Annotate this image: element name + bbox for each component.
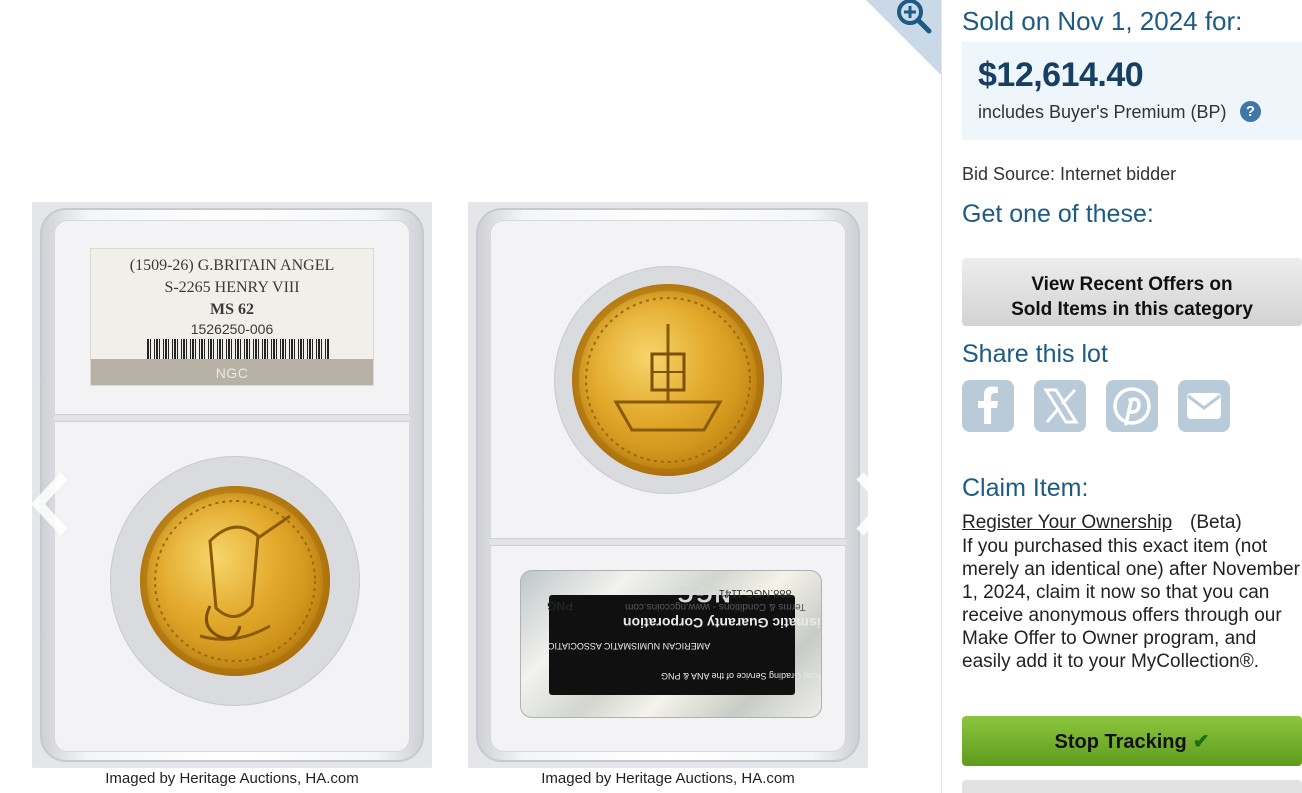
sold-heading: Sold on Nov 1, 2024 for: [962, 6, 1243, 36]
help-icon[interactable]: ? [1240, 101, 1261, 122]
sticker-phone: 888.NGC.1141 [719, 587, 792, 599]
claim-description: If you purchased this exact item (not me… [962, 536, 1300, 672]
recent-offers-line2: Sold Items in this category [1011, 298, 1253, 320]
sold-price: $12,614.40 [978, 56, 1144, 94]
previous-image-button[interactable] [28, 472, 72, 536]
buyers-premium-note: includes Buyer's Premium (BP) [978, 102, 1227, 122]
stop-tracking-label: Stop Tracking [1054, 730, 1187, 753]
slab-divider [490, 538, 846, 546]
label-grade: MS 62 [210, 301, 254, 318]
x-icon [1043, 388, 1079, 424]
bid-source: Bid Source: Internet bidder [962, 164, 1177, 184]
label-brand: NGC [215, 365, 249, 381]
slab-label: (1509-26) G.BRITAIN ANGEL S-2265 HENRY V… [90, 248, 374, 386]
stop-tracking-button[interactable]: Stop Tracking ✔ [962, 716, 1302, 766]
sticker-png: PNG [547, 599, 574, 613]
panel-divider [941, 0, 942, 793]
secondary-action-button[interactable] [962, 780, 1302, 793]
coin-reverse [572, 284, 764, 476]
sticker-association: AMERICAN NUMISMATIC ASSOCIATION [541, 641, 711, 651]
price-box: $12,614.40 includes Buyer's Premium (BP)… [962, 42, 1302, 140]
coin-design-ship [585, 297, 751, 463]
chevron-left-icon [31, 472, 68, 536]
pinterest-icon [1113, 387, 1151, 426]
image-credit-obverse: Imaged by Heritage Auctions, HA.com [105, 770, 359, 787]
label-coin-type: S-2265 HENRY VIII [164, 279, 300, 296]
coin-design-angel [154, 500, 316, 662]
share-facebook-button[interactable] [962, 380, 1014, 432]
image-credit-reverse: Imaged by Heritage Auctions, HA.com [541, 770, 795, 787]
claim-heading: Claim Item: [962, 474, 1089, 502]
ngc-hologram-sticker: NGC Numismatic Guaranty Corporation Term… [520, 570, 822, 718]
facebook-icon [978, 386, 998, 424]
label-cert-number: 1526250-006 [190, 321, 274, 337]
view-recent-offers-button[interactable]: View Recent Offers on Sold Items in this… [962, 258, 1302, 326]
register-ownership-link[interactable]: Register Your Ownership [962, 512, 1172, 534]
sticker-service: The Official Grading Service of the ANA … [661, 671, 822, 681]
label-barcode [147, 339, 329, 361]
checkmark-icon: ✔ [1192, 730, 1210, 753]
zoom-button[interactable] [866, 0, 942, 76]
get-one-heading: Get one of these: [962, 200, 1154, 228]
coin-obverse [140, 486, 330, 676]
label-coin-title: (1509-26) G.BRITAIN ANGEL [129, 257, 335, 274]
chevron-right-icon [856, 472, 893, 536]
recent-offers-line1: View Recent Offers on [1031, 273, 1233, 295]
share-pinterest-button[interactable] [1106, 380, 1158, 432]
share-x-button[interactable] [1034, 380, 1086, 432]
share-heading: Share this lot [962, 340, 1108, 368]
lot-image-reverse[interactable]: NGC Numismatic Guaranty Corporation Term… [468, 202, 868, 768]
email-icon [1187, 393, 1221, 419]
beta-tag: (Beta) [1190, 512, 1242, 533]
slab-divider [54, 414, 410, 422]
sticker-terms: Terms & Conditions - www.ngccoins.com [625, 601, 806, 612]
next-image-button[interactable] [852, 472, 896, 536]
share-email-button[interactable] [1178, 380, 1230, 432]
lot-image-obverse[interactable]: (1509-26) G.BRITAIN ANGEL S-2265 HENRY V… [32, 202, 432, 768]
sticker-title: Numismatic Guaranty Corporation [623, 615, 821, 631]
